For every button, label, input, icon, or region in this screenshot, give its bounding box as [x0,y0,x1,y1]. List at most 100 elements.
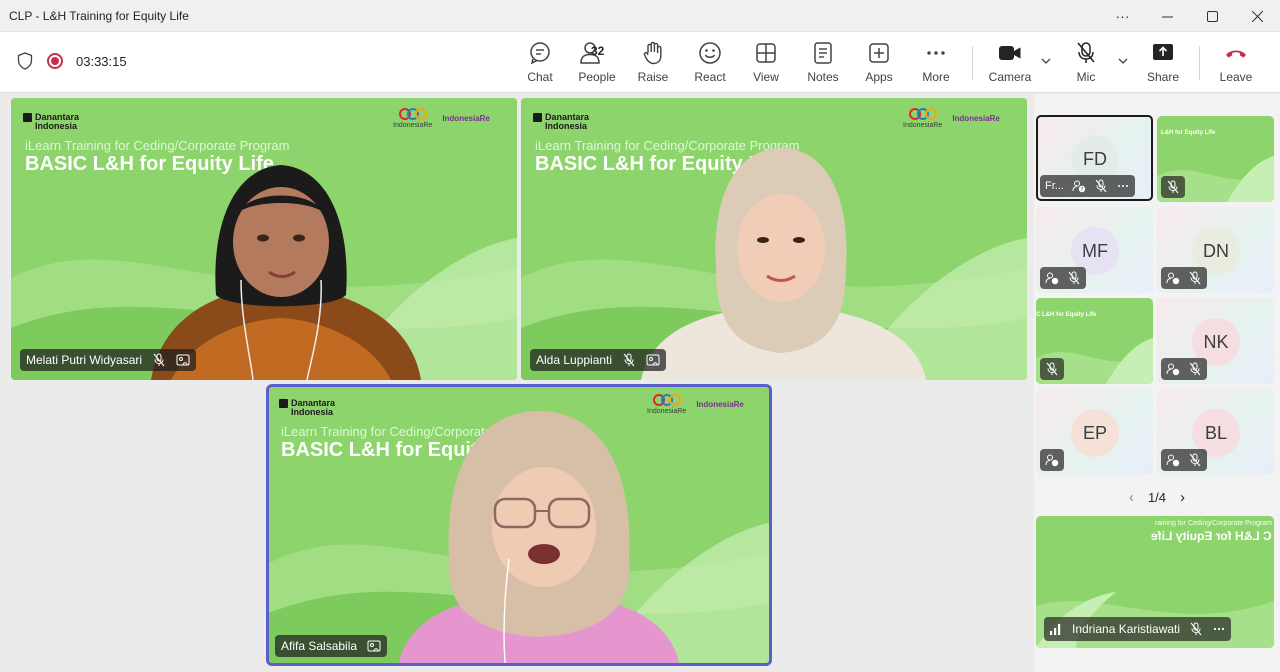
participant-name-tag [1040,267,1086,289]
camera-options-chevron-icon[interactable] [1039,54,1053,68]
minimize-icon [1162,16,1173,17]
participant-name-tag: Fr... ? [1040,175,1135,197]
more-options-icon[interactable]: ··· [1100,0,1145,32]
participant-tile-mf[interactable]: MF [1036,207,1153,293]
minimize-button[interactable] [1145,0,1190,32]
toolbar-divider [972,46,973,80]
notes-button[interactable]: Notes [795,40,851,88]
participant-name-tag [1040,449,1064,471]
indonesiare-logo: IndonesiaRe [393,108,432,129]
partner-logos: IndonesiaRe IndonesiaRe [903,108,1000,129]
share-screen-icon [1153,44,1173,60]
participant-name: Melati Putri Widyasari [26,353,143,367]
slide-title: L&H for Equity Life [1161,130,1216,136]
meeting-timer: 03:33:15 [76,53,127,69]
mirrored-slide-title: C L&H for Equity Life [1151,529,1272,543]
guest-icon [1166,454,1180,467]
participant-tile-fd[interactable]: FD Fr... ? [1036,115,1153,201]
guest-icon [1045,454,1059,467]
hang-up-icon [1226,50,1246,58]
indonesiare-wordmark: IndonesiaRe [442,114,490,123]
active-speaker-tile[interactable]: Danantara Indonesia IndonesiaRe Indonesia… [266,384,772,666]
more-options-icon[interactable] [1116,179,1130,193]
participant-tile-dn[interactable]: DN [1157,207,1274,293]
guest-icon [1166,363,1180,376]
raise-hand-icon [643,41,662,65]
participant-tile-video[interactable]: C L&H for Equity Life [1036,298,1153,384]
video-effects-icon [367,640,381,652]
participant-video [151,165,421,380]
more-options-icon[interactable] [1212,622,1226,636]
smiley-icon [699,42,721,64]
raise-label: Raise [637,70,669,84]
ellipsis-icon [927,51,945,55]
participants-panel: FD Fr... ? L&H for Equity Life MF DN C L… [1034,94,1280,672]
apps-button[interactable]: Apps [851,40,907,88]
participant-name-tag: Afifa Salsabila [275,635,388,657]
share-button[interactable]: Share [1135,40,1191,88]
react-button[interactable]: React [682,40,738,88]
participant-tile-bl[interactable]: BL [1157,389,1274,475]
video-tile[interactable]: Danantara Indonesia IndonesiaRe Indonesia… [521,98,1027,380]
participant-name: Indriana Karistiawati [1072,622,1181,636]
camera-button[interactable]: Camera [982,40,1038,88]
participant-tile-nk[interactable]: NK [1157,298,1274,384]
grid-view-icon [756,43,776,63]
participant-video [641,148,926,380]
participant-name-tag: Melati Putri Widyasari [20,349,197,371]
participant-name-tag [1161,267,1207,289]
participant-name-tag: Alda Luppianti [530,349,667,371]
next-page-chevron-icon[interactable]: › [1180,489,1185,506]
shield-icon[interactable] [17,52,33,70]
close-icon [1252,10,1263,22]
share-label: Share [1146,70,1180,84]
indonesiare-wordmark: IndonesiaRe [952,114,1000,123]
mic-off-icon [1167,180,1179,194]
view-button[interactable]: View [738,40,794,88]
close-button[interactable] [1235,0,1280,32]
participant-video [399,411,679,663]
participant-tile-video[interactable]: L&H for Equity Life [1157,116,1274,202]
meeting-toolbar: 03:33:15 Chat 32 People Raise React View… [0,32,1280,93]
chat-label: Chat [527,70,553,84]
avatar: EP [1071,409,1119,457]
raise-hand-button[interactable]: Raise [625,40,681,88]
maximize-button[interactable] [1190,0,1235,32]
mic-off-icon [1190,622,1202,636]
participant-name-tag: Indriana Karistiawati [1044,617,1232,641]
danantara-logo: Danantara Indonesia [279,399,335,417]
participant-name: Alda Luppianti [536,353,613,367]
slide-subtitle: iLearn Training for Ceding/Corporate Pro… [25,138,290,153]
more-label: More [922,70,950,84]
mic-off-icon [1068,271,1080,285]
gallery-pager: ‹ 1/4 › [1034,489,1280,506]
leave-label: Leave [1219,70,1253,84]
participant-name-tag [1161,449,1207,471]
title-bar: CLP - L&H Training for Equity Life ··· [0,0,1280,32]
notes-label: Notes [807,70,839,84]
video-effects-icon [646,354,660,366]
mic-off-icon [153,353,165,367]
participant-tile-ep[interactable]: EP [1036,389,1153,475]
window-title: CLP - L&H Training for Equity Life [9,8,189,23]
chat-button[interactable]: Chat [512,40,568,88]
guest-icon [1045,272,1059,285]
mic-options-chevron-icon[interactable] [1116,54,1130,68]
participant-name-tag [1161,176,1185,198]
self-view-tile[interactable]: raining for Ceding/Corporate Program C L… [1036,516,1274,648]
participant-name: Fr... [1045,180,1064,192]
window-controls: ··· [1100,0,1280,32]
recording-icon [47,53,63,69]
logo-text: Indonesia [35,121,78,131]
guest-icon [1166,272,1180,285]
previous-page-chevron-icon[interactable]: ‹ [1129,489,1134,506]
mic-button[interactable]: Mic [1058,40,1114,88]
people-button[interactable]: 32 People [569,40,625,88]
video-tile[interactable]: Danantara Indonesia IndonesiaRe Indonesia… [11,98,517,380]
mic-off-icon [1189,453,1201,467]
indonesiare-wordmark: IndonesiaRe [696,400,744,409]
maximize-icon [1207,10,1218,22]
camera-icon [999,46,1021,60]
more-button[interactable]: More [908,40,964,88]
leave-button[interactable]: Leave [1208,40,1264,88]
